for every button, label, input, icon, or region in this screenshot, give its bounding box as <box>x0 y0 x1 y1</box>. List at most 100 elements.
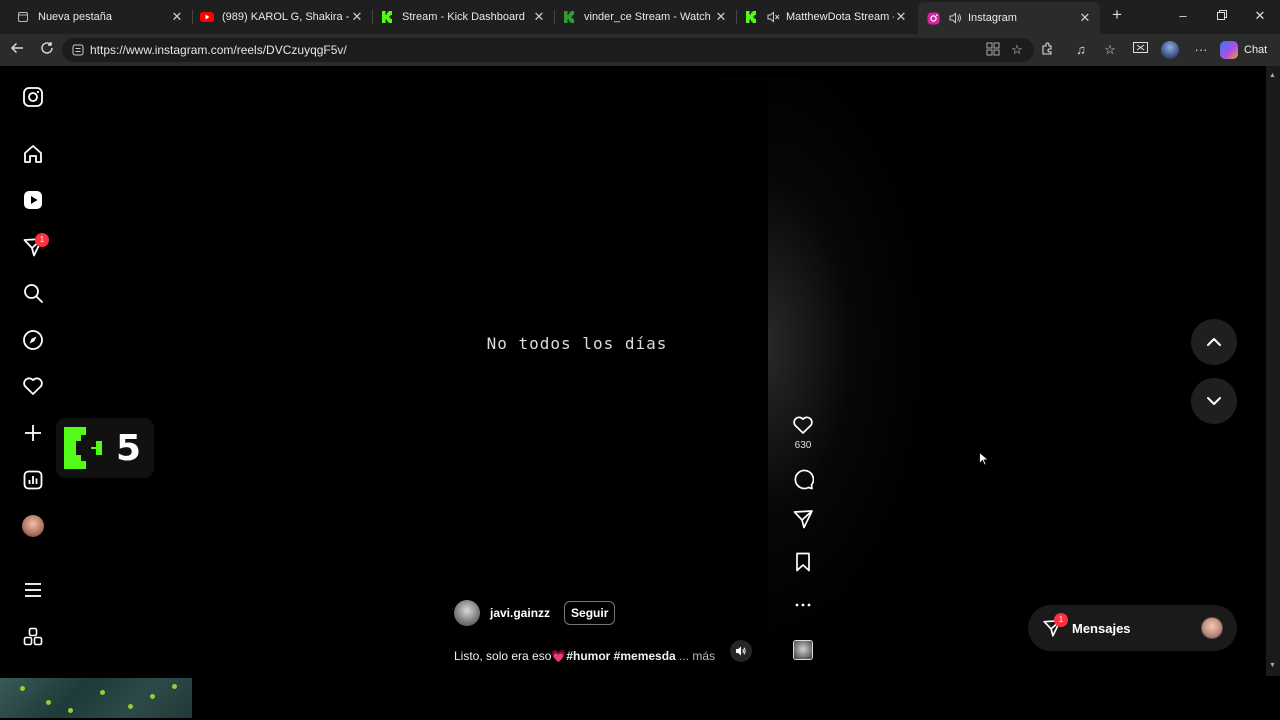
reels-icon[interactable] <box>22 189 44 211</box>
restore-button[interactable] <box>1207 8 1237 23</box>
author-avatar[interactable] <box>454 600 480 626</box>
minimap-marker <box>20 686 25 691</box>
reel-caption: Listo, solo era eso💗#humor #memesda ... … <box>454 649 715 662</box>
more-options-icon[interactable] <box>792 594 814 616</box>
mouse-cursor-icon <box>979 452 989 466</box>
tab-youtube[interactable]: (989) KAROL G, Shakira - TQG ✕ <box>192 4 372 30</box>
contact-avatar <box>1201 617 1223 639</box>
copilot-icon <box>1220 41 1238 59</box>
speaker-icon <box>736 646 746 656</box>
kick-icon <box>744 10 758 24</box>
game-minimap <box>0 678 192 718</box>
tab-label: (989) KAROL G, Shakira - TQG <box>222 11 350 23</box>
home-icon[interactable] <box>22 143 44 165</box>
reel-overlay-text: No todos los días <box>486 334 668 353</box>
previous-reel-button[interactable] <box>1191 319 1237 365</box>
address-bar-row: https://www.instagram.com/reels/DVCzuyqg… <box>0 34 1280 66</box>
notification-badge: 1 <box>35 233 49 247</box>
also-from-meta-icon[interactable] <box>22 626 44 648</box>
messages-label: Mensajes <box>1072 620 1131 636</box>
tab-vinder-stream[interactable]: vinder_ce Stream - Watch Live ✕ <box>554 4 736 30</box>
media-control-icon[interactable]: ♫ <box>1073 42 1089 58</box>
kick-logo-icon <box>64 427 102 469</box>
dashboard-icon[interactable] <box>22 469 44 491</box>
audio-toggle-button[interactable] <box>730 640 752 662</box>
comment-icon[interactable] <box>792 468 815 490</box>
kick-icon <box>380 10 394 24</box>
heart-icon[interactable] <box>22 375 44 397</box>
kick-icon <box>562 10 576 24</box>
tab-label: Instagram <box>968 12 1017 24</box>
tab-matthewdota-stream[interactable]: MatthewDota Stream - W ✕ <box>736 4 916 30</box>
tab-new-tab[interactable]: Nueva pestaña ✕ <box>8 4 192 30</box>
explore-icon[interactable] <box>22 329 44 351</box>
messages-button[interactable]: 1 Mensajes <box>1028 605 1237 651</box>
original-audio-thumbnail[interactable] <box>793 640 813 660</box>
minimap-marker <box>150 694 155 699</box>
caption-hashtags[interactable]: #humor #memesda <box>566 649 675 662</box>
caption-more-link[interactable]: ... más <box>679 649 715 662</box>
new-tab-button[interactable]: + <box>1102 5 1132 25</box>
close-icon[interactable]: ✕ <box>894 9 908 25</box>
tab-label: Nueva pestaña <box>38 11 112 23</box>
instagram-sidebar: 1 <box>4 66 64 676</box>
minimap-marker <box>100 690 105 695</box>
reel-author-row: javi.gainzz Seguir <box>454 600 616 626</box>
like-heart-icon[interactable] <box>792 414 814 436</box>
reel-video[interactable]: No todos los días javi.gainzz Seguir Lis… <box>440 80 768 662</box>
caption-text: Listo, solo era eso <box>454 649 552 662</box>
site-info-icon[interactable] <box>72 44 84 56</box>
search-icon[interactable] <box>22 282 44 304</box>
minimap-marker <box>172 684 177 689</box>
chat-label: Chat <box>1244 44 1268 56</box>
favorite-star-icon[interactable]: ☆ <box>1009 42 1025 58</box>
close-icon[interactable]: ✕ <box>714 9 728 25</box>
share-icon[interactable] <box>792 508 814 530</box>
close-icon[interactable]: ✕ <box>532 9 546 25</box>
like-count: 630 <box>794 440 812 451</box>
url-field[interactable]: https://www.instagram.com/reels/DVCzuyqg… <box>62 38 1034 62</box>
instagram-logo-icon[interactable] <box>22 86 44 108</box>
create-plus-icon[interactable] <box>22 422 44 444</box>
profile-avatar[interactable] <box>22 515 44 537</box>
tab-kick-dashboard[interactable]: Stream - Kick Dashboard ✕ <box>372 4 554 30</box>
caption-emoji: 💗 <box>551 649 567 662</box>
more-menu-icon[interactable]: ··· <box>1193 42 1209 58</box>
back-button[interactable] <box>8 41 26 59</box>
scroll-up-arrow-icon[interactable]: ▲ <box>1269 72 1276 79</box>
close-icon[interactable]: ✕ <box>1078 10 1092 26</box>
reel-actions: 630 <box>788 66 818 676</box>
bottom-strip <box>0 676 1280 720</box>
next-reel-button[interactable] <box>1191 378 1237 424</box>
viewer-count: 5 <box>116 427 142 469</box>
page-scrollbar[interactable]: ▲ ▼ <box>1266 66 1280 676</box>
close-icon[interactable]: ✕ <box>170 9 184 25</box>
screenshot-icon[interactable] <box>1132 42 1148 58</box>
youtube-icon <box>200 10 214 24</box>
page-icon <box>16 10 30 24</box>
instagram-icon <box>926 11 940 25</box>
close-window-button[interactable]: ✕ <box>1245 8 1275 24</box>
author-username[interactable]: javi.gainzz <box>490 606 550 620</box>
minimap-marker <box>128 704 133 709</box>
copilot-chat-button[interactable]: Chat <box>1220 39 1267 61</box>
follow-button[interactable]: Seguir <box>564 601 616 625</box>
close-icon[interactable]: ✕ <box>350 9 364 25</box>
save-bookmark-icon[interactable] <box>792 551 814 573</box>
reload-button[interactable] <box>38 41 56 59</box>
extensions-icon[interactable] <box>1039 42 1055 58</box>
scroll-down-arrow-icon[interactable]: ▼ <box>1269 662 1276 669</box>
tab-instagram[interactable]: Instagram ✕ <box>918 2 1100 34</box>
profile-avatar[interactable] <box>1161 41 1179 59</box>
favorites-icon[interactable]: ☆ <box>1102 42 1118 58</box>
kick-viewer-overlay: 5 <box>56 418 154 478</box>
app-available-icon[interactable] <box>985 42 1001 58</box>
minimize-button[interactable]: – <box>1168 8 1198 23</box>
more-menu-icon[interactable] <box>22 579 44 601</box>
messages-badge: 1 <box>1054 613 1068 627</box>
speaker-icon[interactable] <box>948 11 962 25</box>
muted-speaker-icon[interactable] <box>766 10 780 24</box>
tab-label: MatthewDota Stream - W <box>786 11 894 23</box>
instagram-page: 1 5 No todos los días javi.gainzz Seguir… <box>4 66 1266 676</box>
tab-label: Stream - Kick Dashboard <box>402 11 525 23</box>
